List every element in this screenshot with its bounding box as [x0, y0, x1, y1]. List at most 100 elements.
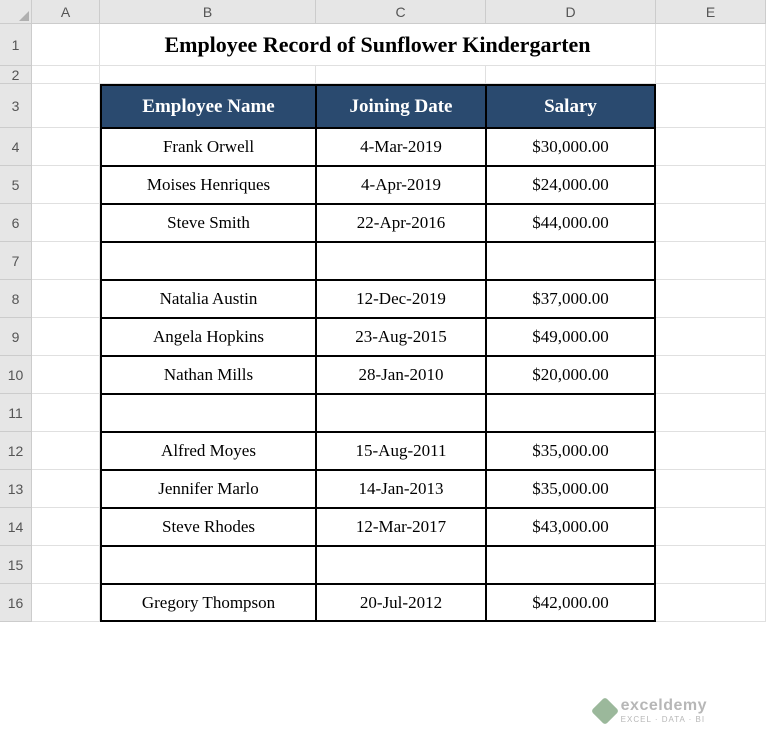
cell-salary[interactable]: $30,000.00 [486, 128, 656, 166]
cell-E10[interactable] [656, 356, 766, 394]
col-header-E[interactable]: E [656, 0, 766, 24]
cell-E1[interactable] [656, 24, 766, 66]
cell-salary[interactable] [486, 394, 656, 432]
cell-salary[interactable]: $43,000.00 [486, 508, 656, 546]
row-header-9[interactable]: 9 [0, 318, 32, 356]
cell-A9[interactable] [32, 318, 100, 356]
cell-E7[interactable] [656, 242, 766, 280]
row-header-4[interactable]: 4 [0, 128, 32, 166]
cell-employee-name[interactable]: Alfred Moyes [100, 432, 316, 470]
cell-E4[interactable] [656, 128, 766, 166]
cell-C2[interactable] [316, 66, 486, 84]
header-employee-name[interactable]: Employee Name [100, 84, 316, 128]
row-header-1[interactable]: 1 [0, 24, 32, 66]
cell-E16[interactable] [656, 584, 766, 622]
cell-employee-name[interactable]: Jennifer Marlo [100, 470, 316, 508]
cell-joining-date[interactable]: 23-Aug-2015 [316, 318, 486, 356]
cell-employee-name[interactable]: Natalia Austin [100, 280, 316, 318]
cell-salary[interactable]: $35,000.00 [486, 432, 656, 470]
cell-salary[interactable]: $49,000.00 [486, 318, 656, 356]
cell-employee-name[interactable] [100, 546, 316, 584]
row-header-11[interactable]: 11 [0, 394, 32, 432]
row-header-7[interactable]: 7 [0, 242, 32, 280]
cell-E15[interactable] [656, 546, 766, 584]
row-header-12[interactable]: 12 [0, 432, 32, 470]
cell-salary[interactable]: $44,000.00 [486, 204, 656, 242]
cell-employee-name[interactable]: Steve Rhodes [100, 508, 316, 546]
cell-employee-name[interactable]: Frank Orwell [100, 128, 316, 166]
cell-A10[interactable] [32, 356, 100, 394]
row-header-6[interactable]: 6 [0, 204, 32, 242]
col-header-B[interactable]: B [100, 0, 316, 24]
cell-employee-name[interactable]: Steve Smith [100, 204, 316, 242]
row-header-13[interactable]: 13 [0, 470, 32, 508]
cell-B2[interactable] [100, 66, 316, 84]
cell-employee-name[interactable] [100, 242, 316, 280]
cell-E6[interactable] [656, 204, 766, 242]
cell-A5[interactable] [32, 166, 100, 204]
row-header-3[interactable]: 3 [0, 84, 32, 128]
cell-E3[interactable] [656, 84, 766, 128]
cell-A2[interactable] [32, 66, 100, 84]
cell-A3[interactable] [32, 84, 100, 128]
cell-A11[interactable] [32, 394, 100, 432]
cell-employee-name[interactable]: Moises Henriques [100, 166, 316, 204]
row-header-10[interactable]: 10 [0, 356, 32, 394]
row-header-8[interactable]: 8 [0, 280, 32, 318]
cell-joining-date[interactable] [316, 394, 486, 432]
col-header-A[interactable]: A [32, 0, 100, 24]
cell-E8[interactable] [656, 280, 766, 318]
col-header-D[interactable]: D [486, 0, 656, 24]
cell-joining-date[interactable]: 4-Mar-2019 [316, 128, 486, 166]
row-header-5[interactable]: 5 [0, 166, 32, 204]
cell-salary[interactable] [486, 242, 656, 280]
cell-A1[interactable] [32, 24, 100, 66]
cell-salary[interactable]: $20,000.00 [486, 356, 656, 394]
cell-A16[interactable] [32, 584, 100, 622]
cell-E2[interactable] [656, 66, 766, 84]
row-header-15[interactable]: 15 [0, 546, 32, 584]
cell-salary[interactable]: $24,000.00 [486, 166, 656, 204]
cell-joining-date[interactable] [316, 546, 486, 584]
cell-A7[interactable] [32, 242, 100, 280]
cell-E5[interactable] [656, 166, 766, 204]
cell-joining-date[interactable]: 12-Dec-2019 [316, 280, 486, 318]
cell-joining-date[interactable]: 14-Jan-2013 [316, 470, 486, 508]
cell-joining-date[interactable]: 12-Mar-2017 [316, 508, 486, 546]
row-header-16[interactable]: 16 [0, 584, 32, 622]
title-cell[interactable]: Employee Record of Sunflower Kindergarte… [100, 24, 656, 66]
row-header-2[interactable]: 2 [0, 66, 32, 84]
cell-A6[interactable] [32, 204, 100, 242]
cell-joining-date[interactable] [316, 242, 486, 280]
cell-E12[interactable] [656, 432, 766, 470]
cell-joining-date[interactable]: 20-Jul-2012 [316, 584, 486, 622]
cell-employee-name[interactable]: Gregory Thompson [100, 584, 316, 622]
cell-salary[interactable]: $37,000.00 [486, 280, 656, 318]
cell-D2[interactable] [486, 66, 656, 84]
cell-salary[interactable]: $35,000.00 [486, 470, 656, 508]
cell-E14[interactable] [656, 508, 766, 546]
cell-E13[interactable] [656, 470, 766, 508]
cell-E11[interactable] [656, 394, 766, 432]
cell-A14[interactable] [32, 508, 100, 546]
row-header-14[interactable]: 14 [0, 508, 32, 546]
select-all-corner[interactable] [0, 0, 32, 24]
cell-A8[interactable] [32, 280, 100, 318]
cell-employee-name[interactable] [100, 394, 316, 432]
cell-A15[interactable] [32, 546, 100, 584]
col-header-C[interactable]: C [316, 0, 486, 24]
cell-salary[interactable] [486, 546, 656, 584]
cell-joining-date[interactable]: 15-Aug-2011 [316, 432, 486, 470]
cell-joining-date[interactable]: 28-Jan-2010 [316, 356, 486, 394]
cell-joining-date[interactable]: 22-Apr-2016 [316, 204, 486, 242]
cell-A12[interactable] [32, 432, 100, 470]
header-salary[interactable]: Salary [486, 84, 656, 128]
cell-employee-name[interactable]: Angela Hopkins [100, 318, 316, 356]
cell-employee-name[interactable]: Nathan Mills [100, 356, 316, 394]
cell-salary[interactable]: $42,000.00 [486, 584, 656, 622]
cell-A4[interactable] [32, 128, 100, 166]
cell-A13[interactable] [32, 470, 100, 508]
cell-joining-date[interactable]: 4-Apr-2019 [316, 166, 486, 204]
cell-E9[interactable] [656, 318, 766, 356]
header-joining-date[interactable]: Joining Date [316, 84, 486, 128]
